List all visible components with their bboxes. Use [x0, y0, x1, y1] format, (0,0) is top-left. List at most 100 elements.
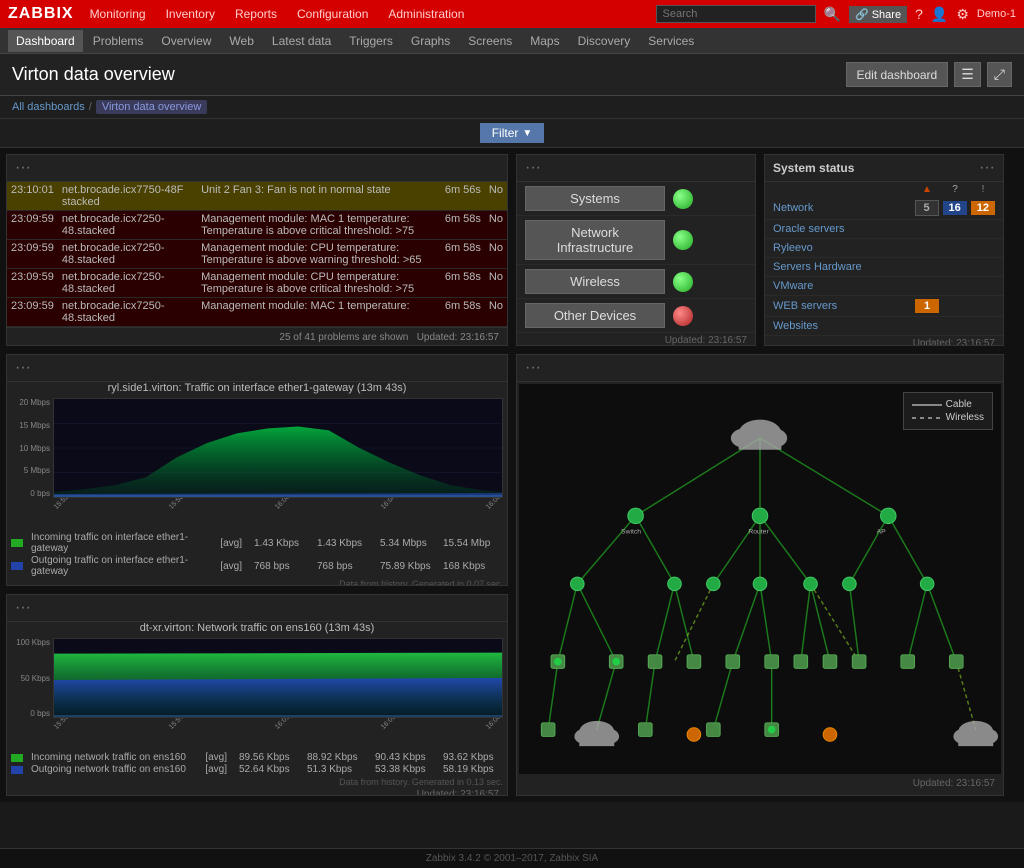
system-status-menu[interactable]: ···: [979, 159, 995, 177]
graph1-outgoing-max: 168 Kbps: [443, 561, 503, 572]
graph1-incoming-avg-val: 5.34 Mbps: [380, 538, 435, 549]
top-nav: ZABBIX Monitoring Inventory Reports Conf…: [0, 0, 1024, 28]
system-status-name[interactable]: Ryleevo: [773, 242, 911, 254]
problems-panel-header: ···: [7, 155, 507, 182]
graph2-menu[interactable]: ···: [15, 599, 31, 617]
system-status-row: Servers Hardware: [765, 258, 1003, 277]
network-map-svg: Switch Router AP: [519, 384, 1001, 774]
subnav-services[interactable]: Services: [640, 30, 702, 52]
settings-icon[interactable]: ⚙: [956, 6, 969, 23]
prob-host[interactable]: net.brocade.icx7250-48.stacked: [58, 240, 197, 269]
prob-duration: 6m 58s: [441, 298, 485, 327]
search-input[interactable]: [656, 5, 816, 23]
search-icon[interactable]: 🔍: [824, 6, 841, 23]
status-badge: 1: [915, 299, 939, 313]
system-status-name[interactable]: Oracle servers: [773, 223, 911, 235]
graph2-outgoing-max: 58.19 Kbps: [443, 764, 503, 775]
host-groups-panel: ··· Systems Network Infrastructure Wirel…: [516, 154, 756, 346]
prob-desc: Management module: CPU temperature: Temp…: [197, 240, 441, 269]
prob-host[interactable]: net.brocade.icx7250-48.stacked: [58, 211, 197, 240]
map-legend: Cable Wireless: [903, 392, 993, 430]
system-status-rows: Network51612 Oracle servers Ryleevo Servers…: [765, 197, 1003, 336]
network-map-header: ···: [517, 355, 1003, 382]
status-badge: 16: [943, 201, 967, 215]
graph1-header: ···: [7, 355, 507, 382]
system-status-name[interactable]: WEB servers: [773, 300, 911, 312]
subnav-latest-data[interactable]: Latest data: [264, 30, 339, 52]
prob-host[interactable]: net.brocade.icx7250-48.stacked: [58, 269, 197, 298]
cable-label: Cable: [946, 399, 972, 410]
subnav-discovery[interactable]: Discovery: [570, 30, 639, 52]
system-status-name[interactable]: Websites: [773, 320, 911, 332]
prob-duration: 6m 58s: [441, 211, 485, 240]
map-legend-cable: Cable: [912, 399, 984, 410]
subnav-web[interactable]: Web: [221, 30, 261, 52]
prob-ack: No: [485, 211, 507, 240]
nav-administration[interactable]: Administration: [384, 7, 468, 21]
prob-ack: No: [485, 269, 507, 298]
graph1-menu[interactable]: ···: [15, 359, 31, 377]
host-group-button[interactable]: Systems: [525, 186, 665, 211]
nav-monitoring[interactable]: Monitoring: [86, 7, 150, 21]
problems-panel-menu[interactable]: ···: [15, 159, 31, 177]
page-header-actions: Edit dashboard ☰ ⤢: [846, 62, 1013, 87]
filter-arrow-icon: ▼: [522, 128, 532, 139]
system-status-row: Oracle servers: [765, 220, 1003, 239]
svg-text:Router: Router: [748, 528, 769, 535]
map-legend-wireless: Wireless: [912, 412, 984, 423]
svg-text:Switch: Switch: [621, 528, 641, 535]
nav-reports[interactable]: Reports: [231, 7, 281, 21]
wireless-line-icon: [912, 417, 942, 419]
graph2-incoming-avg-label: [avg]: [205, 752, 227, 763]
top-nav-right: 🔍 🔗 Share ? 👤 ⚙ Demo-1: [656, 5, 1016, 23]
page-header: Virton data overview Edit dashboard ☰ ⤢: [0, 54, 1024, 96]
prob-ack: No: [485, 298, 507, 327]
user-icon[interactable]: 👤: [931, 6, 948, 23]
graph1-incoming-last: 1.43 Kbps: [254, 538, 309, 549]
prob-ack: No: [485, 182, 507, 211]
subnav-triggers[interactable]: Triggers: [341, 30, 401, 52]
nav-configuration[interactable]: Configuration: [293, 7, 372, 21]
host-group-button[interactable]: Wireless: [525, 269, 665, 294]
help-icon[interactable]: ?: [915, 6, 923, 22]
graph2-footer: Data from history. Generated in 0.13 sec…: [11, 777, 503, 787]
page-footer: Zabbix 3.4.2 © 2001–2017, Zabbix SIA: [0, 848, 1024, 868]
edit-dashboard-button[interactable]: Edit dashboard: [846, 62, 949, 87]
filter-bar: Filter ▼: [0, 119, 1024, 148]
breadcrumb-parent[interactable]: All dashboards: [12, 101, 85, 113]
subnav-overview[interactable]: Overview: [153, 30, 219, 52]
sub-nav: Dashboard Problems Overview Web Latest d…: [0, 28, 1024, 54]
filter-button[interactable]: Filter ▼: [480, 123, 545, 143]
prob-duration: 6m 58s: [441, 269, 485, 298]
fullscreen-button[interactable]: ⤢: [987, 62, 1012, 87]
problems-footer: 25 of 41 problems are shown Updated: 23:…: [7, 327, 507, 346]
host-group-status-dot: [673, 230, 693, 250]
host-group-button[interactable]: Other Devices: [525, 303, 665, 328]
subnav-dashboard[interactable]: Dashboard: [8, 30, 83, 52]
prob-duration: 6m 56s: [441, 182, 485, 211]
host-groups-menu[interactable]: ···: [525, 159, 541, 177]
prob-host[interactable]: net.brocade.icx7750-48F stacked: [58, 182, 197, 211]
prob-time: 23:09:59: [7, 240, 58, 269]
system-status-name[interactable]: Servers Hardware: [773, 261, 911, 273]
prob-desc: Management module: CPU temperature: Temp…: [197, 269, 441, 298]
list-view-button[interactable]: ☰: [954, 62, 981, 87]
host-group-button[interactable]: Network Infrastructure: [525, 220, 665, 260]
subnav-maps[interactable]: Maps: [522, 30, 567, 52]
host-groups-header: ···: [517, 155, 755, 182]
system-status-name[interactable]: Network: [773, 202, 911, 214]
subnav-problems[interactable]: Problems: [85, 30, 152, 52]
prob-desc: Unit 2 Fan 3: Fan is not in normal state: [197, 182, 441, 211]
network-map-menu[interactable]: ···: [525, 359, 541, 377]
breadcrumb-current: Virton data overview: [96, 100, 207, 114]
subnav-graphs[interactable]: Graphs: [403, 30, 458, 52]
share-button[interactable]: 🔗 Share: [849, 6, 907, 23]
prob-host[interactable]: net.brocade.icx7250-48.stacked: [58, 298, 197, 327]
system-status-updated: Updated: 23:16:57: [765, 336, 1003, 346]
nav-inventory[interactable]: Inventory: [162, 7, 219, 21]
graph2-outgoing-last: 52.64 Kbps: [239, 764, 299, 775]
system-status-row: Network51612: [765, 197, 1003, 220]
subnav-screens[interactable]: Screens: [460, 30, 520, 52]
system-status-name[interactable]: VMware: [773, 280, 911, 292]
cable-line-icon: [912, 404, 942, 406]
